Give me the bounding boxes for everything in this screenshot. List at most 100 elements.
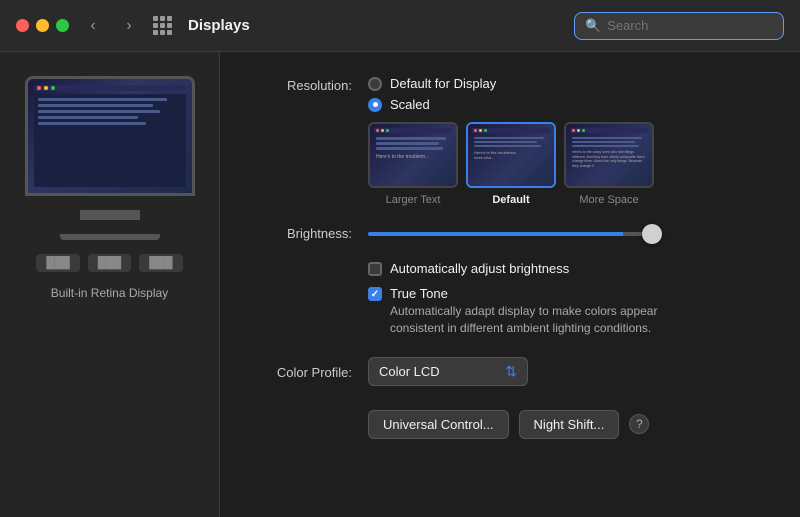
- thumb-content-3: Here's to the crazy ones who see things …: [570, 135, 648, 182]
- profile-chip-3: ███: [139, 254, 182, 272]
- thumb-text-line: [474, 141, 537, 143]
- color-profile-section: Color Profile: Color LCD ⇅: [252, 357, 768, 386]
- thumb-more-space-box[interactable]: Here's to the crazy ones who see things …: [564, 122, 654, 188]
- text-line: [38, 98, 168, 101]
- thumb-menubar: [374, 128, 452, 133]
- monitor-screen: [28, 79, 192, 193]
- menubar-dot-red: [37, 86, 41, 90]
- minimize-button[interactable]: [36, 19, 49, 32]
- auto-brightness-checkbox[interactable]: [368, 262, 382, 276]
- forward-button[interactable]: ›: [117, 14, 141, 38]
- thumb-content: Here's to the troublem...: [374, 135, 452, 182]
- display-preview: [25, 76, 195, 196]
- thumb-text-line: [474, 145, 541, 147]
- thumb-dot-r: [376, 129, 379, 132]
- thumb-text-line: [376, 147, 443, 150]
- thumb-content-2: Here's to the troublema,ones who...: [472, 135, 550, 182]
- sidebar: ███ ███ ███ Built-in Retina Display: [0, 52, 220, 517]
- monitor-base: [60, 234, 160, 240]
- text-line: [38, 122, 146, 125]
- thumb-preview-text: Here's to the troublem...: [376, 154, 450, 161]
- resolution-label: Resolution:: [252, 76, 352, 93]
- true-tone-label: True Tone: [390, 286, 670, 301]
- thumb-more-space[interactable]: Here's to the crazy ones who see things …: [564, 122, 654, 206]
- radio-scaled-label: Scaled: [390, 97, 430, 112]
- thumb-dot-g: [386, 129, 389, 132]
- maximize-button[interactable]: [56, 19, 69, 32]
- thumb-larger-text[interactable]: Here's to the troublem... Larger Text: [368, 122, 458, 206]
- search-input[interactable]: [607, 18, 767, 33]
- radio-scaled[interactable]: Scaled: [368, 97, 654, 112]
- resolution-section: Resolution: Default for Display Scaled: [252, 76, 768, 206]
- bottom-buttons: Universal Control... Night Shift... ?: [252, 410, 768, 439]
- thumb-larger-text-box[interactable]: Here's to the troublem...: [368, 122, 458, 188]
- thumb-preview-text-2: Here's to the troublema,ones who...: [474, 150, 548, 160]
- radio-default-btn[interactable]: [368, 77, 382, 91]
- thumb-dot-y3: [577, 129, 580, 132]
- thumb-default-box[interactable]: Here's to the troublema,ones who...: [466, 122, 556, 188]
- monitor-stand: [80, 210, 140, 220]
- thumb-text-line: [572, 145, 639, 147]
- brightness-thumb[interactable]: [642, 224, 662, 244]
- radio-default-label: Default for Display: [390, 76, 496, 91]
- chevron-updown-icon: ⇅: [505, 363, 517, 380]
- thumb-larger-label: Larger Text: [386, 194, 441, 206]
- radio-scaled-btn[interactable]: [368, 98, 382, 112]
- thumb-default[interactable]: Here's to the troublema,ones who... Defa…: [466, 122, 556, 206]
- true-tone-row[interactable]: True Tone Automatically adapt display to…: [368, 286, 768, 337]
- auto-brightness-text: Automatically adjust brightness: [390, 261, 569, 276]
- window-title: Displays: [188, 17, 562, 34]
- checkbox-section: Automatically adjust brightness True Ton…: [252, 261, 768, 337]
- menubar-dot-yellow: [44, 86, 48, 90]
- brightness-slider-wrap[interactable]: [368, 232, 768, 236]
- monitor-menubar: [34, 85, 186, 91]
- thumb-text-line: [376, 142, 439, 145]
- thumb-dot-g2: [484, 129, 487, 132]
- thumb-dot-r2: [474, 129, 477, 132]
- night-shift-button[interactable]: Night Shift...: [519, 410, 620, 439]
- text-line: [38, 110, 160, 113]
- display-name-label: Built-in Retina Display: [51, 286, 168, 300]
- color-profile-value: Color LCD: [379, 364, 497, 379]
- help-button[interactable]: ?: [629, 414, 649, 434]
- thumb-menubar-3: [570, 128, 648, 133]
- true-tone-description: Automatically adapt display to make colo…: [390, 303, 670, 337]
- true-tone-text: True Tone Automatically adapt display to…: [390, 286, 670, 337]
- search-icon: 🔍: [585, 18, 601, 34]
- thumb-dot-y: [381, 129, 384, 132]
- color-profile-select[interactable]: Color LCD ⇅: [368, 357, 528, 386]
- profile-chip-2: ███: [88, 254, 131, 272]
- search-box[interactable]: 🔍: [574, 12, 784, 40]
- thumb-dot-r3: [572, 129, 575, 132]
- auto-brightness-row[interactable]: Automatically adjust brightness: [368, 261, 768, 276]
- radio-default[interactable]: Default for Display: [368, 76, 654, 91]
- text-line: [38, 116, 139, 119]
- thumb-text-line: [474, 137, 544, 139]
- text-line: [38, 104, 153, 107]
- thumb-text-line: [572, 137, 642, 139]
- apps-grid-icon[interactable]: [153, 16, 172, 35]
- true-tone-checkbox[interactable]: [368, 287, 382, 301]
- traffic-lights: [16, 19, 69, 32]
- menubar-dot-green: [51, 86, 55, 90]
- resolution-thumbnails: Here's to the troublem... Larger Text: [368, 122, 654, 206]
- thumb-screen-3: Here's to the crazy ones who see things …: [566, 124, 652, 186]
- thumb-dot-y2: [479, 129, 482, 132]
- resolution-body: Default for Display Scaled: [368, 76, 654, 206]
- titlebar: ‹ › Displays 🔍: [0, 0, 800, 52]
- auto-brightness-label: Automatically adjust brightness: [390, 261, 569, 276]
- profile-chip-1: ███: [36, 254, 79, 272]
- thumb-menubar-2: [472, 128, 550, 133]
- thumb-screen-2: Here's to the troublema,ones who...: [468, 124, 554, 186]
- brightness-label: Brightness:: [252, 226, 352, 241]
- thumb-more-space-label: More Space: [579, 194, 638, 206]
- close-button[interactable]: [16, 19, 29, 32]
- brightness-slider[interactable]: [368, 232, 658, 236]
- brightness-section: Brightness:: [252, 226, 768, 241]
- back-button[interactable]: ‹: [81, 14, 105, 38]
- universal-control-button[interactable]: Universal Control...: [368, 410, 509, 439]
- color-profile-label: Color Profile:: [252, 363, 352, 380]
- thumb-text-line: [376, 137, 446, 140]
- thumb-dot-g3: [582, 129, 585, 132]
- thumb-default-label: Default: [492, 194, 529, 206]
